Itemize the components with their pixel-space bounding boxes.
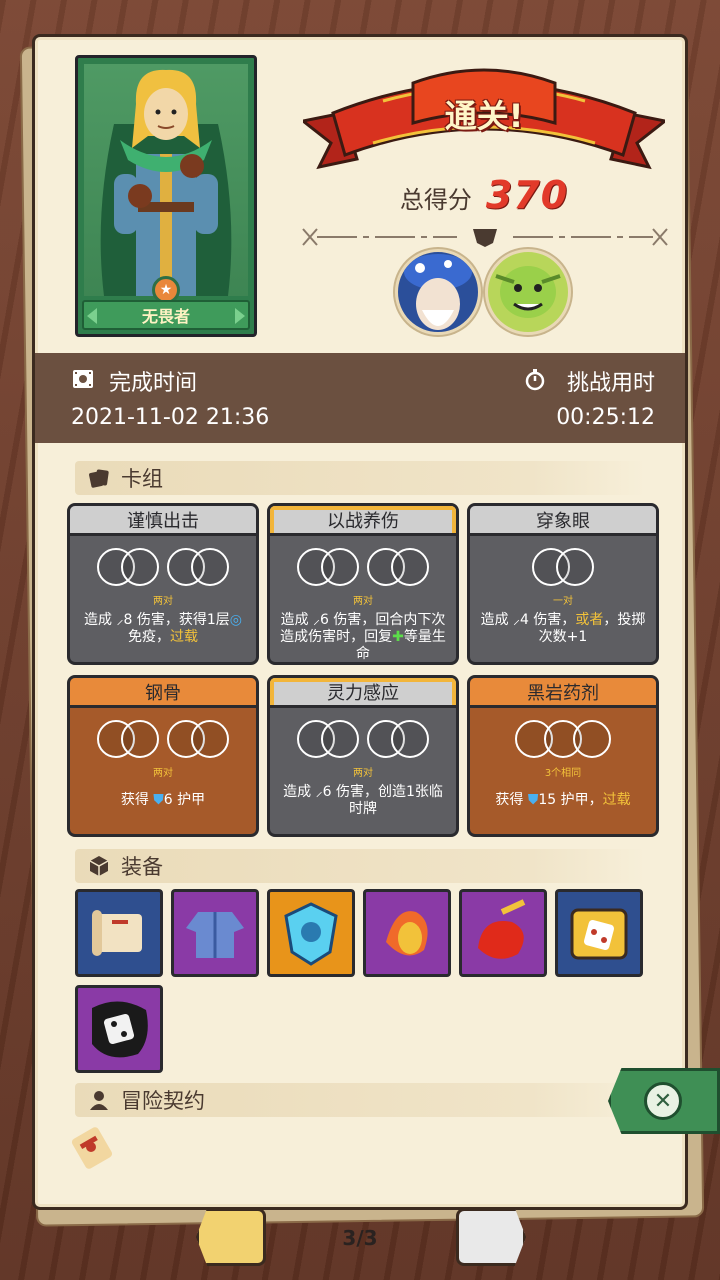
card-title: 灵力感应: [270, 678, 456, 708]
equipment-title: 装备: [121, 855, 163, 879]
deck-card[interactable]: 以战养伤 两对 造成 ⸝6 伤害，回合内下次造成伤害时，回复✚等量生命: [267, 503, 459, 665]
dice-box-icon[interactable]: [555, 889, 643, 977]
deck-title: 卡组: [121, 467, 163, 491]
dice-slots: [470, 546, 656, 590]
deck-card[interactable]: 谨慎出击 两对 造成 ⸝8 伤害，获得1层◎ 免疫，过载: [67, 503, 259, 665]
ornament-divider: [302, 228, 668, 247]
deck-card[interactable]: 穿象眼 一对 造成 ⸝4 伤害，或者，投掷次数+1: [467, 503, 659, 665]
time-band: 完成时间 2021-11-02 21:36 挑战用时 00:25:12: [35, 353, 685, 443]
deck-card[interactable]: 灵力感应 两对 造成 ⸝6 伤害，创造1张临时牌: [267, 675, 459, 837]
dice-slots: [470, 718, 656, 762]
dice-requirement: 两对: [353, 768, 373, 779]
card-title: 钢骨: [70, 678, 256, 708]
card-description: 造成 ⸝8 伤害，获得1层◎ 免疫，过载: [84, 612, 242, 645]
dice-requirement: 两对: [353, 596, 373, 607]
dice-requirement: 两对: [153, 768, 173, 779]
deck-card[interactable]: 黑岩药剂 3个相同 获得 ⛊15 护甲，过载: [467, 675, 659, 837]
hero-name-bar: 无畏者: [82, 300, 250, 330]
hero-card[interactable]: ★ 无畏者: [75, 55, 257, 337]
close-icon[interactable]: ✕: [644, 1082, 682, 1120]
hero-next-arrow-icon[interactable]: [235, 308, 245, 324]
defeated-boss-wizard-icon: [395, 249, 481, 335]
results-panel: ★ 无畏者 通关! 总得分 370 完成时间 2021-11-02 21:36 …: [32, 34, 688, 1210]
card-title: 黑岩药剂: [470, 678, 656, 708]
shield-icon: ⛊: [527, 792, 539, 808]
challenge-time-value: 00:25:12: [556, 405, 655, 430]
card-description: 造成 ⸝4 伤害，或者，投掷次数+1: [480, 612, 646, 645]
scroll-icon[interactable]: [75, 889, 163, 977]
next-page-button[interactable]: [456, 1208, 526, 1266]
contract-title: 冒险契约: [121, 1089, 205, 1113]
defeated-boss-goblin-icon: [485, 249, 571, 335]
victory-title: 通关!: [444, 97, 524, 135]
film-calendar-icon: [73, 370, 93, 388]
challenge-time-label: 挑战用时: [566, 371, 655, 396]
prev-page-button[interactable]: [196, 1208, 266, 1266]
dice-slots: [270, 718, 456, 762]
box-icon: [89, 856, 109, 876]
score-value: 370: [485, 173, 569, 217]
score-label: 总得分: [399, 186, 472, 214]
ice-shield-icon[interactable]: [267, 889, 355, 977]
card-description: 造成 ⸝6 伤害，回合内下次造成伤害时，回复✚等量生命: [280, 612, 446, 662]
hero-portrait: [84, 64, 248, 296]
dice-requirement: 一对: [553, 596, 573, 607]
dice-requirement: 3个相同: [544, 768, 582, 779]
total-score: 总得分 370: [303, 173, 665, 217]
fire-potion-icon[interactable]: [363, 889, 451, 977]
finish-time-value: 2021-11-02 21:36: [71, 405, 270, 430]
sword-icon: ⸝: [313, 612, 321, 628]
dice-slots: [70, 718, 256, 762]
cards-icon: [89, 469, 109, 488]
equipment-section-header: 装备: [75, 849, 645, 883]
tunic-icon[interactable]: [171, 889, 259, 977]
sword-icon: ⸝: [513, 612, 521, 628]
card-title: 谨慎出击: [70, 506, 256, 536]
card-description: 获得 ⛊15 护甲，过载: [495, 792, 631, 808]
immune-icon: ◎: [229, 612, 242, 628]
finish-time-label: 完成时间: [109, 371, 198, 396]
hero-name: 无畏者: [141, 307, 190, 326]
contract-section-header: 冒险契约: [75, 1083, 645, 1117]
dice-slots: [70, 546, 256, 590]
card-title: 穿象眼: [470, 506, 656, 536]
contract-scroll-icon[interactable]: [69, 1121, 119, 1175]
page-indicator: 3/3: [342, 1226, 378, 1250]
card-title: 以战养伤: [270, 506, 456, 536]
flame-dagger-icon[interactable]: [459, 889, 547, 977]
person-icon: [90, 1091, 108, 1110]
shield-icon: ⛊: [153, 792, 164, 808]
dice-slots: [270, 546, 456, 590]
heal-icon: ✚: [392, 629, 404, 645]
stopwatch-icon: [525, 369, 545, 391]
deck-card[interactable]: 钢骨 两对 获得 ⛊6 护甲: [67, 675, 259, 837]
dice-requirement: 两对: [153, 596, 173, 607]
sword-icon: ⸝: [315, 784, 323, 800]
cursed-dice-icon[interactable]: [75, 985, 163, 1073]
card-description: 获得 ⛊6 护甲: [120, 792, 206, 808]
card-description: 造成 ⸝6 伤害，创造1张临时牌: [283, 784, 443, 817]
deck-section-header: 卡组: [75, 461, 645, 495]
victory-banner: 通关!: [299, 63, 669, 173]
hero-prev-arrow-icon[interactable]: [87, 308, 97, 324]
